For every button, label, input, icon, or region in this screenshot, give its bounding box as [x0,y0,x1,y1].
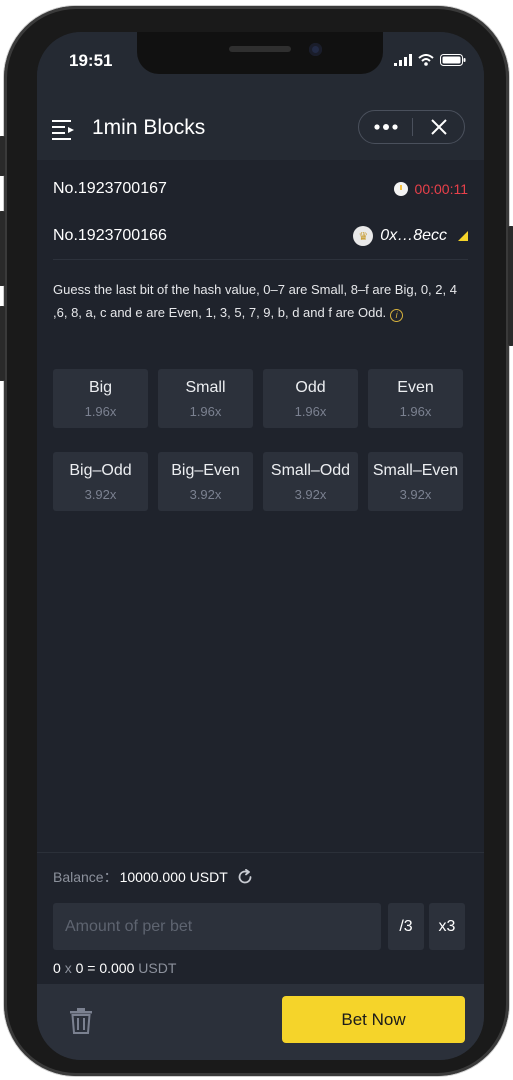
info-icon[interactable]: i [390,309,404,322]
close-icon [430,119,447,135]
front-camera [309,43,322,56]
app-screen: 19:51 1min Blocks No.1923700167 00:00:11… [37,32,484,1060]
option-big-odd[interactable]: Big–Odd 3.92x [53,452,148,511]
formula-amount: 0 [53,960,61,976]
formula-total: 0.000 [99,960,135,976]
wifi-icon [418,54,434,66]
current-round-row: No.1923700167 00:00:11 [53,166,468,212]
option-label: Small–Odd [270,461,351,479]
bet-options-basic: Big 1.96x Small 1.96x Odd 1.96x Even 1.9… [53,369,465,428]
balance-label: Balance： [53,869,118,885]
status-time: 19:51 [69,51,113,70]
option-label: Odd [295,378,326,396]
option-label: Big–Even [171,461,240,479]
option-label: Small–Even [372,461,459,479]
notch [137,32,383,74]
formula-operator-equals: = [87,960,96,976]
page-title: 1min Blocks [92,116,206,139]
option-label: Big [88,378,113,396]
battery-icon [440,54,466,66]
rules-description: Guess the last bit of the hash value, 0–… [53,278,468,324]
option-label: Even [397,378,434,396]
option-odds: 3.92x [189,486,222,502]
trophy-icon: ♛ [353,226,374,246]
trash-icon[interactable] [70,1008,92,1034]
bet-amount-input[interactable] [53,903,381,950]
multiply-by-3-button[interactable]: x3 [429,903,465,950]
countdown-value: 00:00:11 [414,181,468,197]
option-big-even[interactable]: Big–Even 3.92x [158,452,253,511]
option-odds: 1.96x [189,403,222,419]
app-header: 1min Blocks [37,102,484,160]
previous-round-number: No.1923700166 [53,227,167,244]
option-big[interactable]: Big 1.96x [53,369,148,428]
previous-round-row[interactable]: No.1923700166 ♛ 0x…8ecc [53,213,468,259]
countdown: 00:00:11 [393,181,468,197]
option-even[interactable]: Even 1.96x [368,369,463,428]
side-button-volume-down [0,306,5,381]
phone-frame: 19:51 1min Blocks No.1923700167 00:00:11… [0,6,513,1076]
current-round-number: No.1923700167 [53,180,167,197]
bet-options-combo: Big–Odd 3.92x Big–Even 3.92x Small–Odd 3… [53,452,465,511]
previous-hash: ♛ 0x…8ecc [353,226,468,246]
divider [53,259,468,260]
option-odds: 3.92x [294,486,327,502]
balance-value: 10000.000 USDT [119,869,228,885]
signal-icon [394,54,412,66]
game-content: No.1923700167 00:00:11 No.1923700166 ♛ 0… [37,160,484,852]
clock-icon [393,182,408,196]
action-bar: Bet Now [37,984,484,1060]
close-button[interactable] [413,111,464,143]
menu-icon[interactable] [52,118,76,140]
mini-program-capsule [358,110,465,144]
bet-panel: Balance： 10000.000 USDT /3 x3 0 x 0 = 0.… [37,852,484,984]
side-button-mute [0,136,5,176]
option-label: Small [185,378,226,396]
formula-operator-multiply: x [64,960,72,976]
more-dots-icon [373,124,398,130]
status-icons [394,54,466,66]
option-odds: 1.96x [399,403,432,419]
corner-arrow-icon [458,231,468,241]
status-bar: 19:51 [37,32,484,102]
formula-unit: USDT [138,960,177,976]
formula-count: 0 [75,960,84,976]
option-small-odd[interactable]: Small–Odd 3.92x [263,452,358,511]
divide-by-3-button[interactable]: /3 [388,903,424,950]
option-odds: 3.92x [399,486,432,502]
option-odds: 3.92x [84,486,117,502]
bet-formula: 0 x 0 = 0.000 USDT [53,960,176,976]
side-button-volume-up [0,211,5,286]
option-odds: 1.96x [84,403,117,419]
refresh-icon[interactable] [237,869,253,885]
balance: Balance： 10000.000 USDT [53,867,253,887]
option-label: Big–Odd [69,461,132,479]
side-button-power [508,226,513,346]
option-small[interactable]: Small 1.96x [158,369,253,428]
option-odd[interactable]: Odd 1.96x [263,369,358,428]
hash-value: 0x…8ecc [380,227,447,244]
option-small-even[interactable]: Small–Even 3.92x [368,452,463,511]
option-odds: 1.96x [294,403,327,419]
speaker [229,46,291,52]
more-button[interactable] [359,111,412,143]
bet-now-button[interactable]: Bet Now [282,996,465,1043]
